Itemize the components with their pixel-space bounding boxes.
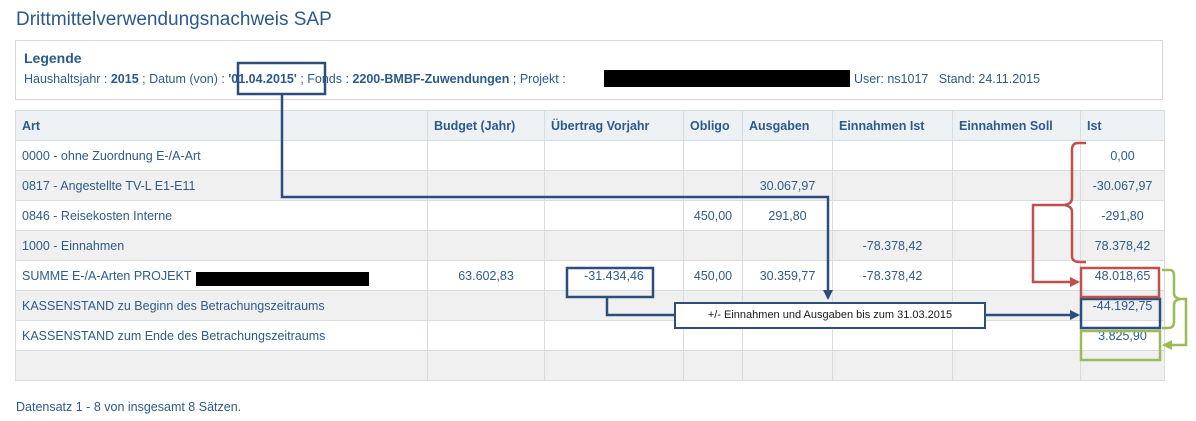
record-count-footer: Datensatz 1 - 8 von insgesamt 8 Sätzen.	[16, 400, 242, 414]
cell-obligo: 450,00	[683, 200, 743, 231]
cell-uebertrag	[544, 290, 684, 321]
cell-obligo	[683, 230, 743, 261]
cell-empty	[742, 350, 833, 381]
datum-value: '01.04.2015'	[228, 72, 297, 86]
cell-obligo	[683, 140, 743, 171]
table-row[interactable]: 0846 - Reisekosten Interne 450,00 291,80…	[15, 200, 1165, 231]
col-header-art[interactable]: Art	[15, 110, 428, 141]
cell-einnahmen-ist: -78.378,42	[832, 230, 953, 261]
cell-ausgaben: 291,80	[742, 200, 833, 231]
cell-einnahmen-soll	[952, 200, 1081, 231]
datum-label: ; Datum (von) :	[142, 72, 225, 86]
legend-user-stand: User: ns1017 Stand: 24.11.2015	[854, 72, 1040, 86]
cell-empty	[427, 350, 545, 381]
haushaltsjahr-value: 2015	[110, 72, 139, 86]
cell-ist: 0,00	[1080, 140, 1165, 171]
cell-art: KASSENSTAND zu Beginn des Betrachungszei…	[15, 290, 428, 321]
cell-art: KASSENSTAND zum Ende des Betrachungszeit…	[15, 320, 428, 351]
cell-uebertrag: -31.434,46	[544, 260, 684, 291]
cell-einnahmen-soll	[952, 230, 1081, 261]
cell-empty	[544, 350, 684, 381]
green-arrow	[1162, 297, 1188, 350]
legend-info-line: Haushaltsjahr : 2015 ; Datum (von) : '01…	[24, 72, 566, 86]
cell-ausgaben: 30.067,97	[742, 170, 833, 201]
cell-empty	[832, 350, 953, 381]
annotation-callout: +/- Einnahmen und Ausgaben bis zum 31.03…	[674, 302, 986, 329]
cell-budget	[427, 290, 545, 321]
cell-uebertrag	[544, 230, 684, 261]
cell-budget	[427, 200, 545, 231]
cell-ist: 48.018,65	[1080, 260, 1165, 291]
legend-title: Legende	[24, 50, 82, 66]
cell-empty	[15, 350, 428, 381]
cell-empty	[683, 350, 743, 381]
cell-art: 1000 - Einnahmen	[15, 230, 428, 261]
cell-ist: -30.067,97	[1080, 170, 1165, 201]
fonds-value: 2200-BMBF-Zuwendungen	[352, 72, 510, 86]
cell-ist: 78.378,42	[1080, 230, 1165, 261]
col-header-obligo[interactable]: Obligo	[683, 110, 743, 141]
cell-empty	[952, 350, 1081, 381]
cell-ist: 3.825,90	[1080, 320, 1165, 351]
cell-einnahmen-ist	[832, 170, 953, 201]
cell-obligo	[683, 170, 743, 201]
cell-einnahmen-soll	[952, 260, 1081, 291]
legend-panel: Legende Haushaltsjahr : 2015 ; Datum (vo…	[15, 40, 1163, 100]
cell-einnahmen-soll	[952, 170, 1081, 201]
cell-budget	[427, 170, 545, 201]
stand-label: Stand: 24.11.2015	[938, 72, 1041, 86]
cell-art: 0846 - Reisekosten Interne	[15, 200, 428, 231]
cell-uebertrag	[544, 320, 684, 351]
col-header-budget[interactable]: Budget (Jahr)	[427, 110, 545, 141]
cell-uebertrag	[544, 140, 684, 171]
redacted-project-name	[604, 70, 850, 87]
col-header-ist[interactable]: Ist	[1080, 110, 1165, 141]
cell-budget	[427, 320, 545, 351]
col-header-ausgaben[interactable]: Ausgaben	[742, 110, 833, 141]
cell-uebertrag	[544, 200, 684, 231]
projekt-label: ; Projekt :	[512, 72, 566, 86]
user-label: User: ns1017	[854, 72, 929, 86]
cell-ausgaben	[742, 230, 833, 261]
haushaltsjahr-label: Haushaltsjahr :	[24, 72, 108, 86]
cell-einnahmen-soll	[952, 140, 1081, 171]
redacted-project-name-summe	[196, 272, 369, 286]
cell-ausgaben: 30.359,77	[742, 260, 833, 291]
cell-empty	[1080, 350, 1165, 381]
cell-ist: -291,80	[1080, 200, 1165, 231]
table-row[interactable]: 1000 - Einnahmen -78.378,42 78.378,42	[15, 230, 1165, 261]
col-header-einnahmen-soll[interactable]: Einnahmen Soll	[952, 110, 1081, 141]
cell-budget	[427, 230, 545, 261]
col-header-einnahmen-ist[interactable]: Einnahmen Ist	[832, 110, 953, 141]
table-row-kassenstand-beginn[interactable]: KASSENSTAND zu Beginn des Betrachungszei…	[15, 290, 1165, 321]
table-row[interactable]: 0000 - ohne Zuordnung E-/A-Art 0,00	[15, 140, 1165, 171]
col-header-uebertrag[interactable]: Übertrag Vorjahr	[544, 110, 684, 141]
cell-ausgaben	[742, 140, 833, 171]
table-header-row: Art Budget (Jahr) Übertrag Vorjahr Oblig…	[15, 110, 1165, 141]
cell-einnahmen-ist	[832, 140, 953, 171]
table-row-empty	[15, 350, 1165, 381]
cell-obligo: 450,00	[683, 260, 743, 291]
cell-budget	[427, 140, 545, 171]
table-row[interactable]: 0817 - Angestellte TV-L E1-E11 30.067,97…	[15, 170, 1165, 201]
drittmittel-table: Art Budget (Jahr) Übertrag Vorjahr Oblig…	[15, 110, 1165, 381]
table-row-summe[interactable]: SUMME E-/A-Arten PROJEKT 63.602,83 -31.4…	[15, 260, 1165, 291]
table-row-kassenstand-ende[interactable]: KASSENSTAND zum Ende des Betrachungszeit…	[15, 320, 1165, 351]
cell-einnahmen-ist: -78.378,42	[832, 260, 953, 291]
cell-ist: -44.192,75	[1080, 290, 1165, 321]
cell-budget: 63.602,83	[427, 260, 545, 291]
cell-uebertrag	[544, 170, 684, 201]
cell-art: 0817 - Angestellte TV-L E1-E11	[15, 170, 428, 201]
fonds-label: ; Fonds :	[300, 72, 349, 86]
page-title: Drittmittelverwendungsnachweis SAP	[16, 9, 332, 30]
cell-einnahmen-ist	[832, 200, 953, 231]
cell-art: 0000 - ohne Zuordnung E-/A-Art	[15, 140, 428, 171]
summe-label: SUMME E-/A-Arten PROJEKT	[22, 268, 192, 283]
